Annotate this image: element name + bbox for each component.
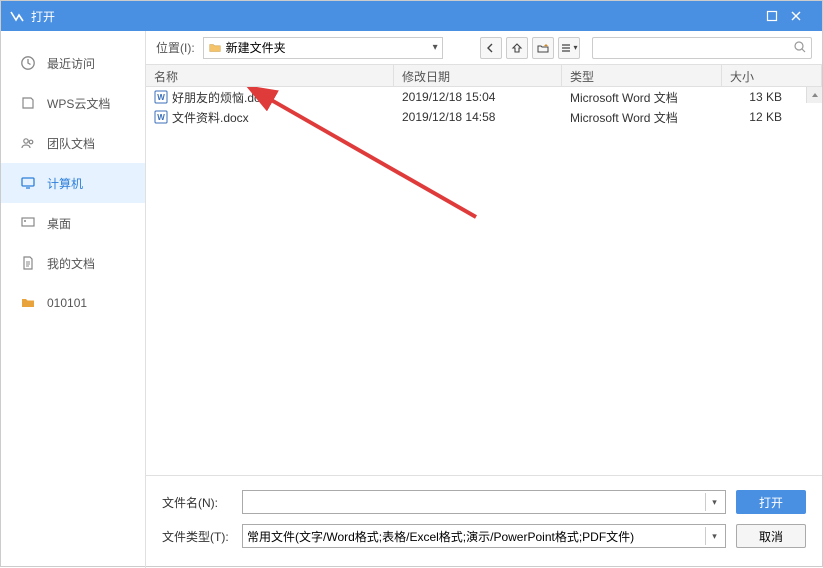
sidebar-item-label: 团队文档 bbox=[47, 135, 95, 152]
file-list: W 好朋友的烦恼.docx 2019/12/18 15:04 Microsoft… bbox=[146, 87, 822, 475]
column-headers: 名称 修改日期 类型 大小 bbox=[146, 65, 822, 87]
file-name: 文件资料.docx bbox=[172, 109, 249, 126]
clock-icon bbox=[19, 54, 37, 72]
word-file-icon: W bbox=[154, 110, 168, 124]
file-row[interactable]: W 文件资料.docx 2019/12/18 14:58 Microsoft W… bbox=[146, 107, 822, 127]
sidebar-item-label: 010101 bbox=[47, 296, 87, 310]
sidebar-item-my-docs[interactable]: 我的文档 bbox=[1, 243, 145, 283]
sidebar-item-label: WPS云文档 bbox=[47, 95, 110, 112]
column-header-size[interactable]: 大小 bbox=[722, 65, 822, 86]
chevron-down-icon: ▾ bbox=[433, 42, 438, 53]
filetype-select[interactable]: 常用文件(文字/Word格式;表格/Excel格式;演示/PowerPoint格… bbox=[242, 524, 726, 548]
computer-icon bbox=[19, 174, 37, 192]
team-icon bbox=[19, 134, 37, 152]
sidebar-item-computer[interactable]: 计算机 bbox=[1, 163, 145, 203]
file-type: Microsoft Word 文档 bbox=[562, 89, 722, 106]
view-mode-button[interactable]: ▾ bbox=[558, 37, 580, 59]
sidebar: 最近访问 WPS云文档 团队文档 计算机 桌面 我的文档 010101 bbox=[1, 31, 146, 568]
document-icon bbox=[19, 254, 37, 272]
file-row[interactable]: W 好朋友的烦恼.docx 2019/12/18 15:04 Microsoft… bbox=[146, 87, 822, 107]
filename-label: 文件名(N): bbox=[162, 494, 242, 511]
filename-input[interactable]: ▾ bbox=[242, 490, 726, 514]
sidebar-item-label: 最近访问 bbox=[47, 55, 95, 72]
location-label: 位置(I): bbox=[156, 39, 195, 56]
sidebar-item-label: 计算机 bbox=[47, 175, 83, 192]
file-size: 12 KB bbox=[722, 110, 822, 124]
chevron-down-icon[interactable]: ▾ bbox=[705, 527, 723, 545]
desktop-icon bbox=[19, 214, 37, 232]
path-selector[interactable]: 新建文件夹 ▾ bbox=[203, 37, 443, 59]
dialog-footer: 文件名(N): ▾ 打开 文件类型(T): 常用文件(文字/Word格式;表格/… bbox=[146, 475, 822, 568]
folder-icon bbox=[19, 294, 37, 312]
sidebar-item-team[interactable]: 团队文档 bbox=[1, 123, 145, 163]
scrollbar-up-icon[interactable] bbox=[806, 87, 822, 103]
window-title: 打开 bbox=[31, 8, 766, 25]
sidebar-item-label: 桌面 bbox=[47, 215, 71, 232]
sidebar-item-label: 我的文档 bbox=[47, 255, 95, 272]
cloud-doc-icon bbox=[19, 94, 37, 112]
app-logo-icon bbox=[9, 8, 25, 24]
file-date: 2019/12/18 14:58 bbox=[394, 110, 562, 124]
nav-up-button[interactable] bbox=[506, 37, 528, 59]
cancel-button[interactable]: 取消 bbox=[736, 524, 806, 548]
search-icon bbox=[793, 40, 807, 54]
sidebar-item-recent[interactable]: 最近访问 bbox=[1, 43, 145, 83]
search-input[interactable] bbox=[592, 37, 812, 59]
sidebar-item-wps-cloud[interactable]: WPS云文档 bbox=[1, 83, 145, 123]
column-header-date[interactable]: 修改日期 bbox=[394, 65, 562, 86]
nav-back-button[interactable] bbox=[480, 37, 502, 59]
svg-text:W: W bbox=[157, 113, 165, 122]
filetype-label: 文件类型(T): bbox=[162, 528, 242, 545]
open-button[interactable]: 打开 bbox=[736, 490, 806, 514]
sidebar-item-desktop[interactable]: 桌面 bbox=[1, 203, 145, 243]
current-path: 新建文件夹 bbox=[226, 39, 286, 56]
svg-text:W: W bbox=[157, 93, 165, 102]
new-folder-button[interactable] bbox=[532, 37, 554, 59]
folder-icon bbox=[208, 41, 222, 55]
titlebar: 打开 bbox=[1, 1, 822, 31]
file-type: Microsoft Word 文档 bbox=[562, 109, 722, 126]
chevron-down-icon[interactable]: ▾ bbox=[705, 493, 723, 511]
toolbar: 位置(I): 新建文件夹 ▾ ▾ bbox=[146, 31, 822, 65]
file-name: 好朋友的烦恼.docx bbox=[172, 89, 273, 106]
window-maximize-button[interactable] bbox=[766, 10, 790, 22]
sidebar-item-folder-010101[interactable]: 010101 bbox=[1, 283, 145, 323]
column-header-name[interactable]: 名称 bbox=[146, 65, 394, 86]
word-file-icon: W bbox=[154, 90, 168, 104]
file-date: 2019/12/18 15:04 bbox=[394, 90, 562, 104]
column-header-type[interactable]: 类型 bbox=[562, 65, 722, 86]
window-close-button[interactable] bbox=[790, 10, 814, 22]
